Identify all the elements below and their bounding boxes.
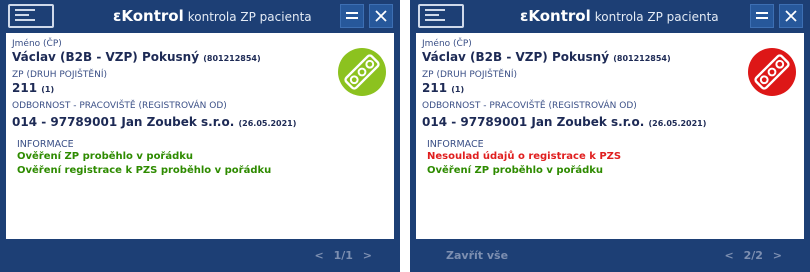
name-value: Václav (B2B - VZP) Pokusný (801212854) xyxy=(422,50,671,64)
zp-code: 211 xyxy=(422,81,448,95)
info-header: INFORMACE xyxy=(17,139,74,150)
ekontrol-window-1: εKontrol kontrola ZP pacienta Jméno (ČP) … xyxy=(0,0,400,272)
footer: Zavřít vše < 2/2 > xyxy=(410,239,810,272)
patient-panel: Jméno (ČP) Václav (B2B - VZP) Pokusný (8… xyxy=(6,33,394,239)
patient-panel: Jméno (ČP) Václav (B2B - VZP) Pokusný (8… xyxy=(416,33,804,239)
spec-value: 014 - 97789001 Jan Zoubek s.r.o. (26.05.… xyxy=(12,115,296,129)
info-message-1: Ověření ZP proběhlo v pořádku xyxy=(17,151,194,162)
traffic-light-icon xyxy=(754,54,790,90)
app-subtitle: kontrola ZP pacienta xyxy=(187,10,312,24)
zp-value: 211 (1) xyxy=(12,81,54,95)
close-button[interactable] xyxy=(779,4,803,28)
title-bar[interactable]: εKontrol kontrola ZP pacienta xyxy=(410,0,810,32)
zp-label: ZP (DRUH POJIŠTĚNÍ) xyxy=(422,70,517,80)
patient-name: Václav (B2B - VZP) Pokusný xyxy=(12,50,200,64)
minimize-button[interactable] xyxy=(340,4,364,28)
card-reader-icon xyxy=(418,4,464,28)
prev-page-button[interactable]: < xyxy=(725,249,734,262)
close-all-button[interactable]: Zavřít vše xyxy=(446,239,508,272)
status-indicator xyxy=(748,48,796,96)
info-message-1: Nesoulad údajů o registrace k PZS xyxy=(427,151,622,162)
next-page-button[interactable]: > xyxy=(773,249,782,262)
patient-name: Václav (B2B - VZP) Pokusný xyxy=(422,50,610,64)
spec-workplace: 014 - 97789001 Jan Zoubek s.r.o. xyxy=(12,115,235,129)
minimize-button[interactable] xyxy=(750,4,774,28)
close-icon xyxy=(785,10,797,22)
close-button[interactable] xyxy=(369,4,393,28)
menu-icon xyxy=(756,12,768,19)
pager: < 2/2 > xyxy=(725,239,782,272)
prev-page-button[interactable]: < xyxy=(315,249,324,262)
name-value: Václav (B2B - VZP) Pokusný (801212854) xyxy=(12,50,261,64)
footer: < 1/1 > xyxy=(0,239,400,272)
zp-label: ZP (DRUH POJIŠTĚNÍ) xyxy=(12,70,107,80)
patient-id: (801212854) xyxy=(613,54,671,63)
app-brand: εKontrol xyxy=(113,7,184,25)
status-indicator xyxy=(338,48,386,96)
page-indicator: 1/1 xyxy=(333,249,353,262)
window-title: εKontrol kontrola ZP pacienta xyxy=(113,0,312,32)
zp-value: 211 (1) xyxy=(422,81,464,95)
pager: < 1/1 > xyxy=(315,239,372,272)
spec-workplace: 014 - 97789001 Jan Zoubek s.r.o. xyxy=(422,115,645,129)
name-label: Jméno (ČP) xyxy=(422,39,472,49)
spec-label: ODBORNOST - PRACOVIŠTĚ (REGISTROVÁN OD) xyxy=(12,101,227,111)
window-title: εKontrol kontrola ZP pacienta xyxy=(520,0,719,32)
name-label: Jméno (ČP) xyxy=(12,39,62,49)
title-bar[interactable]: εKontrol kontrola ZP pacienta xyxy=(0,0,400,32)
next-page-button[interactable]: > xyxy=(363,249,372,262)
traffic-light-icon xyxy=(344,54,380,90)
app-brand: εKontrol xyxy=(520,7,591,25)
spec-label: ODBORNOST - PRACOVIŠTĚ (REGISTROVÁN OD) xyxy=(422,101,637,111)
spec-value: 014 - 97789001 Jan Zoubek s.r.o. (26.05.… xyxy=(422,115,706,129)
page-indicator: 2/2 xyxy=(743,249,763,262)
patient-id: (801212854) xyxy=(203,54,261,63)
spec-date: (26.05.2021) xyxy=(238,119,297,128)
zp-type: (1) xyxy=(41,85,55,94)
card-reader-icon xyxy=(8,4,54,28)
menu-icon xyxy=(346,12,358,19)
close-icon xyxy=(375,10,387,22)
info-header: INFORMACE xyxy=(427,139,484,150)
app-subtitle: kontrola ZP pacienta xyxy=(594,10,719,24)
zp-type: (1) xyxy=(451,85,465,94)
info-message-2: Ověření ZP proběhlo v pořádku xyxy=(427,165,604,176)
zp-code: 211 xyxy=(12,81,38,95)
spec-date: (26.05.2021) xyxy=(648,119,707,128)
info-message-2: Ověření registrace k PZS proběhlo v pořá… xyxy=(17,165,272,176)
ekontrol-window-2: εKontrol kontrola ZP pacienta Jméno (ČP) … xyxy=(410,0,810,272)
